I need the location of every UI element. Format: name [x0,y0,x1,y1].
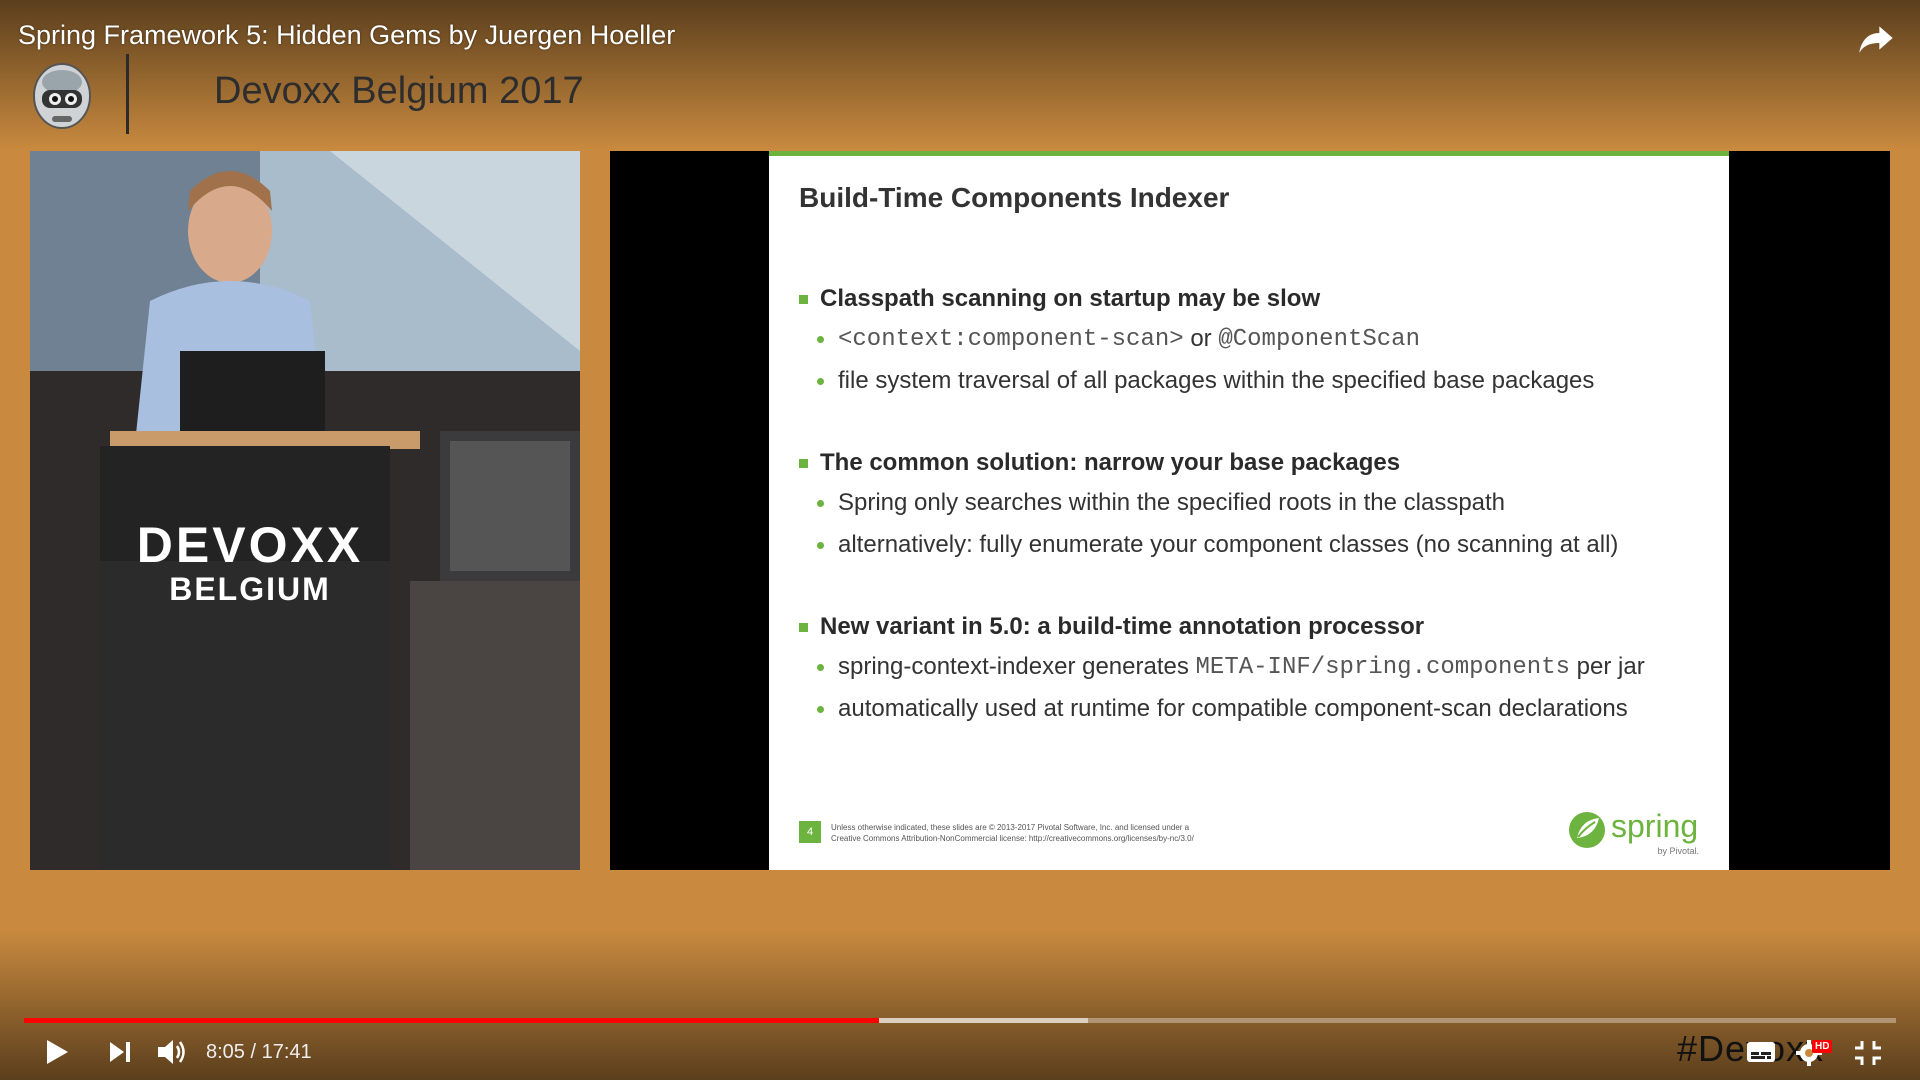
slide-section: Classpath scanning on startup may be slo… [799,281,1699,401]
item-text: or [1183,325,1219,352]
dot-bullet-icon [817,705,824,713]
dot-bullet-icon [817,377,824,385]
time-display: 8:05 / 17:41 [206,1041,312,1064]
section-item: file system traversal of all packages wi… [799,361,1699,401]
slide: Build-Time Components Indexer Classpath … [769,151,1729,870]
pivotal-text: by Pivotal. [1657,846,1699,856]
play-icon[interactable] [44,1038,70,1066]
item-text: automatically used at runtime for compat… [838,695,1628,722]
video-player[interactable]: Spring Framework 5: Hidden Gems by Juerg… [0,0,1920,1080]
slide-body: Classpath scanning on startup may be slo… [799,281,1699,773]
current-time: 8:05 [206,1041,245,1063]
code-text: META-INF/spring.components [1195,653,1570,681]
brand-bar: Devoxx Belgium 2017 [24,52,624,136]
section-heading-text: The common solution: narrow your base pa… [820,449,1401,476]
spring-logo: spring by Pivotal. [1565,806,1705,856]
spring-logo-text: spring [1611,808,1699,844]
event-name: Devoxx Belgium 2017 [214,70,584,112]
slide-view: Build-Time Components Indexer Classpath … [610,151,1890,870]
progress-bar[interactable] [24,1018,1896,1023]
section-heading: Classpath scanning on startup may be slo… [799,281,1699,317]
slide-section: The common solution: narrow your base pa… [799,445,1699,565]
slide-title: Build-Time Components Indexer [799,182,1230,213]
volume-icon[interactable] [156,1037,190,1067]
progress-played [24,1018,879,1023]
section-item: Spring only searches within the specifie… [799,483,1699,523]
license-line: Unless otherwise indicated, these slides… [831,823,1190,832]
podium-belgium: BELGIUM [169,571,331,607]
duration: 17:41 [261,1041,312,1063]
square-bullet-icon [799,294,808,304]
license-line: Creative Commons Attribution-NonCommerci… [831,834,1194,843]
dot-bullet-icon [817,335,824,343]
item-text: Spring only searches within the specifie… [838,489,1506,516]
video-title[interactable]: Spring Framework 5: Hidden Gems by Juerg… [18,20,675,51]
hd-badge: HD [1812,1040,1833,1053]
section-heading: New variant in 5.0: a build-time annotat… [799,609,1699,645]
section-heading-text: New variant in 5.0: a build-time annotat… [820,613,1425,640]
section-heading-text: Classpath scanning on startup may be slo… [820,285,1321,312]
podium-devoxx: DEVOXX [136,517,364,573]
section-item: spring-context-indexer generates META-IN… [799,647,1699,687]
slide-license-text: Unless otherwise indicated, these slides… [831,822,1251,844]
share-icon[interactable] [1854,18,1898,58]
next-icon[interactable] [108,1041,132,1063]
square-bullet-icon [799,458,808,468]
item-text: spring-context-indexer generates [838,653,1196,680]
devoxx-robot-logo [33,63,91,129]
speaker-camera-view: DEVOXX BELGIUM [30,151,580,870]
section-item: <context:component-scan> or @ComponentSc… [799,319,1699,359]
section-heading: The common solution: narrow your base pa… [799,445,1699,481]
code-text: @ComponentScan [1218,325,1420,353]
brand-divider [126,54,129,134]
item-text: per jar [1570,653,1645,680]
square-bullet-icon [799,622,808,632]
section-item: alternatively: fully enumerate your comp… [799,525,1699,565]
slide-section: New variant in 5.0: a build-time annotat… [799,609,1699,729]
code-text: <context:component-scan> [838,325,1184,353]
speaker-scene [30,151,580,870]
dot-bullet-icon [817,541,824,549]
item-text: alternatively: fully enumerate your comp… [838,531,1619,558]
item-text: file system traversal of all packages wi… [838,367,1595,394]
time-separator: / [244,1041,262,1063]
spring-leaf-icon [1569,812,1605,848]
dot-bullet-icon [817,663,824,671]
exit-fullscreen-icon[interactable] [1854,1040,1882,1066]
section-item: automatically used at runtime for compat… [799,689,1699,729]
subtitles-icon[interactable] [1746,1040,1776,1064]
slide-page-number: 4 [799,821,821,843]
dot-bullet-icon [817,499,824,507]
